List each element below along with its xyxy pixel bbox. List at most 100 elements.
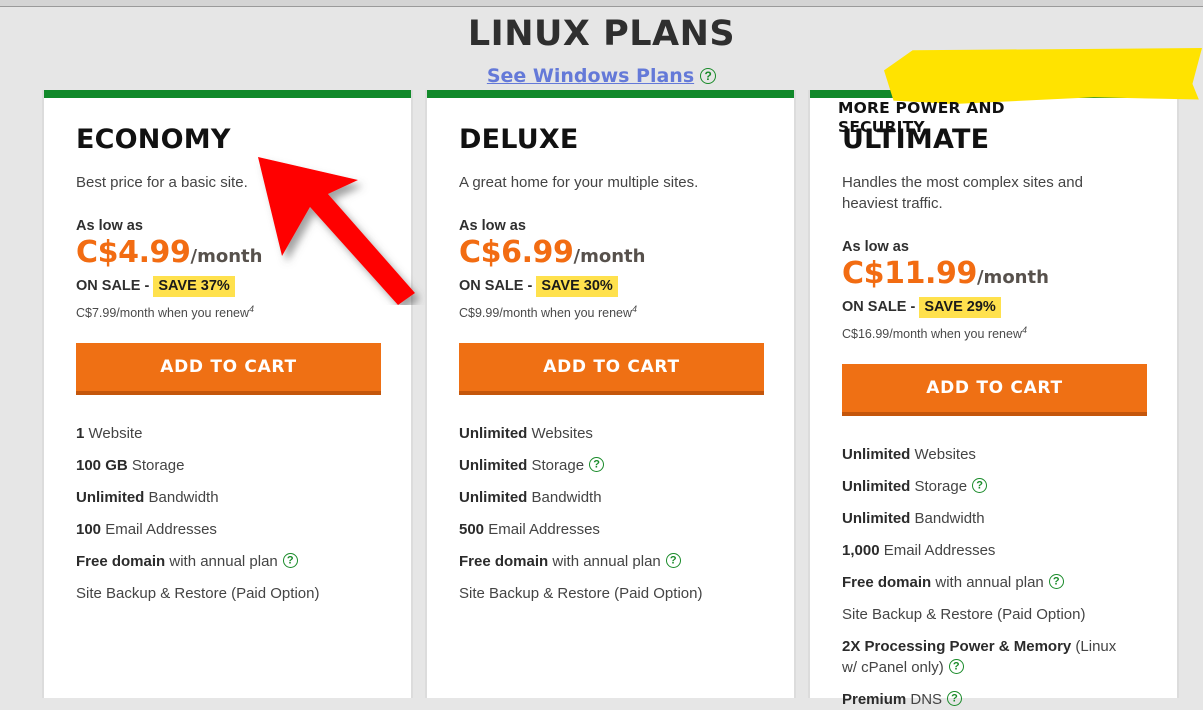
pricing-page: LINUX PLANS See Windows Plans ECONOMY Be… [0, 8, 1203, 708]
see-windows-plans-link[interactable]: See Windows Plans [487, 65, 694, 87]
feature-item: Site Backup & Restore (Paid Option) [76, 583, 358, 604]
feature-highlight: Free domain [842, 574, 932, 592]
renewal-text: C$9.99/month when you renew [459, 306, 633, 321]
feature-item: Site Backup & Restore (Paid Option) [459, 583, 741, 604]
price-period: /month [190, 246, 263, 267]
feature-text: Website [84, 425, 143, 443]
sale-row: ON SALE - SAVE 29% [842, 297, 1145, 318]
price-period: /month [573, 246, 646, 267]
feature-text: with annual plan [548, 553, 661, 571]
feature-text: DNS [906, 691, 943, 709]
renewal-footnote-marker: 4 [632, 304, 638, 314]
help-circle-icon[interactable] [589, 457, 605, 473]
price-row: C$6.99/month [459, 237, 762, 274]
feature-text: Storage [527, 457, 585, 475]
as-low-as-label: As low as [842, 239, 909, 255]
feature-highlight: Unlimited [842, 510, 911, 528]
help-circle-icon[interactable] [948, 659, 964, 675]
feature-item: Unlimited Storage [459, 455, 741, 476]
feature-highlight: Unlimited [459, 425, 528, 443]
plan-description: A great home for your multiple sites. [459, 174, 699, 191]
help-circle-icon[interactable] [947, 691, 963, 707]
feature-text: Storage [127, 457, 185, 475]
card-top-accent-bar [427, 90, 794, 98]
renewal-note: C$16.99/month when you renew4 [842, 322, 1145, 342]
plan-name: ECONOMY [76, 124, 231, 155]
card-top-accent-bar [44, 90, 411, 98]
browser-chrome-strip [0, 0, 1203, 7]
sale-row: ON SALE - SAVE 30% [459, 276, 762, 297]
feature-highlight: Unlimited [459, 457, 528, 475]
feature-text: Site Backup & Restore (Paid Option) [459, 585, 703, 603]
sale-prefix: ON SALE - [76, 278, 154, 294]
plan-card-grid: ECONOMY Best price for a basic site. As … [44, 48, 1203, 708]
help-circle-icon[interactable] [700, 68, 717, 84]
help-circle-icon[interactable] [972, 478, 988, 494]
sale-row: ON SALE - SAVE 37% [76, 276, 379, 297]
plan-card-deluxe: DELUXE A great home for your multiple si… [427, 90, 794, 698]
card-body: ULTIMATE Handles the most complex sites … [810, 98, 1177, 710]
feature-highlight: Free domain [459, 553, 549, 571]
feature-highlight: 1,000 [842, 542, 880, 560]
price-amount: C$6.99 [459, 235, 574, 270]
renewal-text: C$16.99/month when you renew [842, 327, 1022, 342]
feature-text: Email Addresses [879, 542, 996, 560]
feature-item: 100 Email Addresses [76, 519, 358, 540]
add-to-cart-button[interactable]: ADD TO CART [76, 343, 381, 396]
help-circle-icon[interactable] [282, 553, 298, 569]
feature-item: Unlimited Websites [842, 444, 1124, 465]
renewal-text: C$7.99/month when you renew [76, 306, 250, 321]
promo-ribbon [884, 48, 1202, 104]
feature-list: Unlimited WebsitesUnlimited StorageUnlim… [842, 444, 1145, 710]
page-title: LINUX PLANS [467, 14, 736, 54]
feature-item: Unlimited Bandwidth [842, 508, 1124, 529]
plan-description: Best price for a basic site. [76, 174, 248, 191]
price-amount: C$11.99 [842, 256, 977, 291]
feature-highlight: Unlimited [842, 446, 911, 464]
price-period: /month [976, 267, 1049, 288]
feature-highlight: Premium [842, 691, 907, 709]
feature-highlight: Unlimited [842, 478, 911, 496]
feature-item: Unlimited Storage [842, 476, 1124, 497]
help-circle-icon[interactable] [665, 553, 681, 569]
feature-item: 2X Processing Power & Memory (Linux w/ c… [842, 636, 1124, 678]
feature-text: Bandwidth [527, 489, 602, 507]
feature-item: Free domain with annual plan [459, 551, 741, 572]
price-block: As low as C$11.99/month ON SALE - SAVE 2… [842, 238, 1145, 342]
help-circle-icon[interactable] [1048, 574, 1064, 590]
feature-text: Bandwidth [910, 510, 985, 528]
feature-highlight: 500 [459, 521, 485, 539]
feature-item: 1,000 Email Addresses [842, 540, 1124, 561]
sale-prefix: ON SALE - [842, 299, 920, 315]
feature-item: Free domain with annual plan [842, 572, 1124, 593]
feature-item: Free domain with annual plan [76, 551, 358, 572]
renewal-footnote-marker: 4 [1021, 325, 1027, 335]
feature-item: Site Backup & Restore (Paid Option) [842, 604, 1124, 625]
feature-highlight: Free domain [76, 553, 166, 571]
feature-text: Storage [910, 478, 968, 496]
renewal-note: C$9.99/month when you renew4 [459, 301, 762, 321]
feature-item: Premium DNS [842, 689, 1124, 710]
feature-highlight: Unlimited [459, 489, 528, 507]
feature-item: 500 Email Addresses [459, 519, 741, 540]
as-low-as-label: As low as [459, 218, 526, 234]
price-amount: C$4.99 [76, 235, 191, 270]
save-badge: SAVE 30% [536, 276, 618, 297]
as-low-as-label: As low as [76, 218, 143, 234]
feature-text: Bandwidth [144, 489, 219, 507]
feature-highlight: 2X Processing Power & Memory [842, 638, 1072, 656]
plan-description: Handles the most complex sites and heavi… [842, 174, 1083, 212]
promo-ribbon-label: MORE POWER AND SECURITY [838, 99, 1005, 136]
save-badge: SAVE 29% [919, 297, 1001, 318]
feature-list: 1 Website 100 GB Storage Unlimited Bandwid… [76, 423, 379, 604]
feature-item: Unlimited Websites [459, 423, 741, 444]
price-block: As low as C$4.99/month ON SALE - SAVE 37… [76, 217, 379, 321]
feature-text: with annual plan [931, 574, 1044, 592]
feature-item: Unlimited Bandwidth [76, 487, 358, 508]
price-row: C$4.99/month [76, 237, 379, 274]
plan-card-economy: ECONOMY Best price for a basic site. As … [44, 90, 411, 698]
feature-item: 1 Website [76, 423, 358, 444]
add-to-cart-button[interactable]: ADD TO CART [842, 364, 1147, 417]
price-row: C$11.99/month [842, 258, 1145, 295]
add-to-cart-button[interactable]: ADD TO CART [459, 343, 764, 396]
